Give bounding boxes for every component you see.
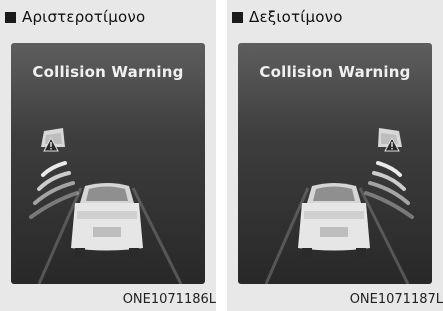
own-vehicle-icon: [298, 183, 370, 258]
warning-message: Collision Warning: [32, 63, 184, 81]
heading-text: Δεξιοτίμονο: [249, 8, 343, 26]
bullet-square-icon: [232, 11, 243, 23]
heading-text: Αριστεροτίμονο: [22, 8, 146, 26]
cluster-display: Collision Warning: [11, 43, 205, 284]
figure-right-hand-drive: Δεξιοτίμονο Collision Warning ONE1071187…: [227, 0, 443, 311]
sensing-waves-icon: [29, 161, 79, 219]
bullet-square-icon: [5, 11, 16, 23]
cluster-display: Collision Warning: [238, 43, 432, 284]
figure-heading: Αριστεροτίμονο: [5, 8, 145, 26]
figure-heading: Δεξιοτίμονο: [232, 8, 343, 26]
own-vehicle-icon: [71, 183, 143, 258]
figure-left-hand-drive: Αριστεροτίμονο Collision Warning ONE1071…: [0, 0, 216, 311]
warning-message: Collision Warning: [259, 63, 411, 81]
figure-code: ONE1071186L: [122, 292, 216, 307]
sensing-waves-icon: [364, 161, 414, 219]
figure-code: ONE1071187L: [349, 292, 443, 307]
